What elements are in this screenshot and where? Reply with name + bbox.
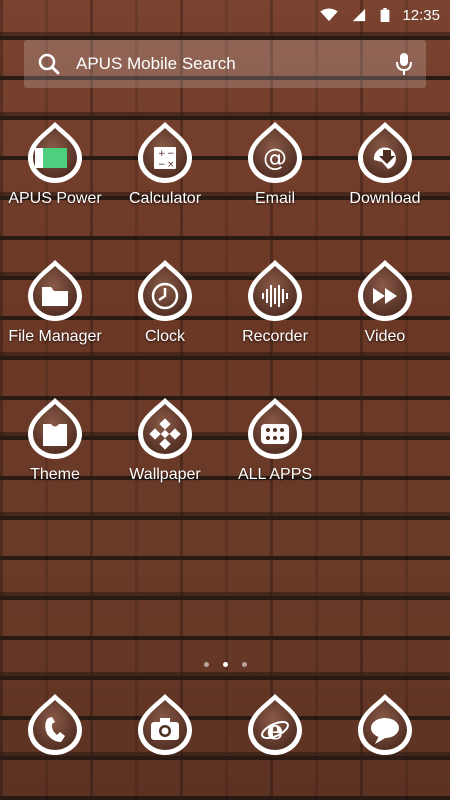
app-label: Wallpaper: [129, 466, 201, 483]
app-label: Recorder: [242, 328, 308, 345]
dock-messaging-button[interactable]: [330, 686, 440, 756]
app-file-manager[interactable]: File Manager: [0, 252, 110, 362]
app-theme[interactable]: Theme: [0, 390, 110, 500]
app-download[interactable]: Download: [330, 114, 440, 224]
battery-icon: [381, 8, 390, 22]
dock-icon[interactable]: [136, 692, 194, 755]
signal-icon: [353, 8, 366, 22]
app-icon[interactable]: @: [246, 120, 304, 183]
app-label: Clock: [144, 328, 185, 345]
page-dot[interactable]: [222, 662, 228, 667]
app-icon[interactable]: [246, 258, 304, 321]
app-recorder[interactable]: Recorder: [220, 252, 330, 362]
svg-text:−: −: [167, 149, 175, 159]
app-clock[interactable]: Clock: [110, 252, 220, 362]
page-dot[interactable]: [241, 662, 247, 667]
app-wallpaper[interactable]: Wallpaper: [110, 390, 220, 500]
calculator-icon: + −− ×: [154, 147, 176, 170]
status-time: 12:35: [402, 6, 440, 24]
status-bar: 12:35: [0, 0, 450, 30]
search-bar[interactable]: APUS Mobile Search: [24, 40, 426, 88]
app-label: Theme: [30, 466, 80, 483]
dock-icon[interactable]: [356, 692, 414, 755]
page-indicator: [0, 662, 450, 667]
app-label: APUS Power: [8, 190, 102, 207]
app-video[interactable]: Video: [330, 252, 440, 362]
search-placeholder[interactable]: APUS Mobile Search: [76, 54, 396, 74]
dock-icon[interactable]: e: [246, 692, 304, 755]
search-icon[interactable]: [38, 53, 60, 75]
app-icon[interactable]: [26, 258, 84, 321]
app-icon[interactable]: [356, 258, 414, 321]
page-dot[interactable]: [203, 662, 209, 667]
app-label: Download: [349, 190, 421, 207]
theme-shirt-icon: [43, 424, 67, 446]
app-icon[interactable]: [26, 120, 84, 183]
app-all-apps[interactable]: ALL APPS: [220, 390, 330, 500]
app-label: Calculator: [128, 190, 202, 207]
app-icon[interactable]: [136, 396, 194, 459]
dock-icon[interactable]: [26, 692, 84, 755]
app-label: ALL APPS: [237, 466, 313, 483]
app-icon[interactable]: [26, 396, 84, 459]
app-email[interactable]: @ Email: [220, 114, 330, 224]
app-icon[interactable]: + − − ×: [136, 120, 194, 183]
svg-text:×: ×: [167, 160, 175, 170]
app-apus-power[interactable]: APUS Power: [0, 114, 110, 224]
wifi-icon: [320, 8, 339, 22]
app-icon[interactable]: [136, 258, 194, 321]
dock-browser-button[interactable]: e: [220, 686, 330, 756]
app-label: File Manager: [8, 328, 102, 345]
dock-phone-button[interactable]: [0, 686, 110, 756]
app-label: Email: [254, 190, 295, 207]
all-apps-icon: [261, 424, 289, 444]
svg-text:e: e: [267, 716, 284, 746]
app-icon[interactable]: [356, 120, 414, 183]
app-label: Video: [364, 328, 406, 345]
dock-camera-button[interactable]: [110, 686, 220, 756]
apus-power-icon: [35, 148, 67, 168]
svg-text:−: −: [158, 160, 166, 170]
email-icon: @: [263, 144, 287, 172]
dock: e: [0, 686, 450, 766]
svg-text:+: +: [158, 149, 166, 159]
app-calculator[interactable]: + − − × Calculator: [110, 114, 220, 224]
app-icon[interactable]: [246, 396, 304, 459]
microphone-icon[interactable]: [396, 52, 412, 76]
svg-text:@: @: [263, 144, 287, 172]
